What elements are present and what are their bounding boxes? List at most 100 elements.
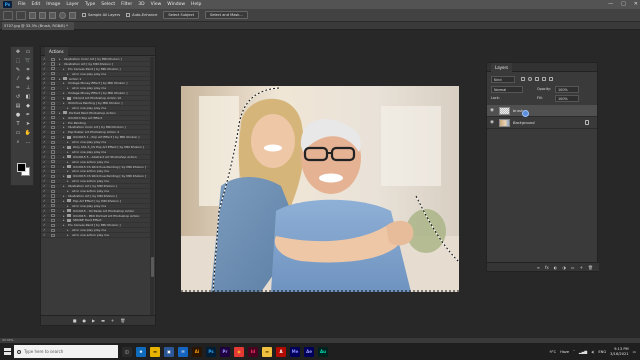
- healing-brush-icon[interactable]: ✚: [24, 76, 32, 83]
- path-selection-icon[interactable]: ➤: [24, 121, 32, 128]
- action-toggle-check[interactable]: ✓: [43, 106, 49, 110]
- expand-triangle-icon[interactable]: ▸: [67, 160, 69, 164]
- action-toggle-check[interactable]: ✓: [43, 57, 49, 61]
- new-set-icon[interactable]: ▬: [101, 318, 105, 323]
- action-toggle-check[interactable]: ✓: [43, 169, 49, 173]
- action-toggle-check[interactable]: ✓: [43, 150, 49, 154]
- audition-icon[interactable]: Au: [318, 346, 328, 357]
- expand-triangle-icon[interactable]: ▸: [63, 194, 65, 198]
- folder-icon[interactable]: ▬: [262, 346, 272, 357]
- dialog-toggle-box[interactable]: [51, 72, 55, 76]
- action-toggle-check[interactable]: ✓: [43, 184, 49, 188]
- dialog-toggle-box[interactable]: [51, 204, 55, 208]
- expand-triangle-icon[interactable]: ▸: [67, 72, 69, 76]
- edge-icon[interactable]: e: [136, 346, 146, 357]
- expand-triangle-icon[interactable]: ▸: [59, 57, 61, 61]
- volume-icon[interactable]: ◂): [591, 350, 594, 354]
- sample-all-layers-option[interactable]: Sample All Layers: [82, 13, 120, 17]
- action-toggle-check[interactable]: ✓: [43, 116, 49, 120]
- action-toggle-check[interactable]: ✓: [43, 199, 49, 203]
- adjustment-filter-icon[interactable]: [528, 77, 532, 81]
- expand-triangle-icon[interactable]: ▸: [63, 121, 65, 125]
- dodge-tool-icon[interactable]: ●: [14, 112, 22, 119]
- action-toggle-check[interactable]: ✓: [43, 174, 49, 178]
- marquee-tool-icon[interactable]: ⬚: [14, 58, 22, 65]
- action-toggle-check[interactable]: ✓: [43, 194, 49, 198]
- action-toggle-check[interactable]: ✓: [43, 209, 49, 213]
- maximize-button[interactable]: □: [621, 0, 626, 9]
- media-encoder-icon[interactable]: Me: [290, 346, 300, 357]
- layer-name[interactable]: Background: [513, 117, 535, 129]
- expand-triangle-icon[interactable]: ▸: [63, 209, 65, 213]
- indesign-icon[interactable]: Id: [248, 346, 258, 357]
- action-toggle-check[interactable]: ✓: [43, 233, 49, 237]
- new-action-icon[interactable]: +: [111, 318, 114, 323]
- dialog-toggle-box[interactable]: [51, 96, 55, 100]
- more-tools-icon[interactable]: …: [24, 139, 32, 146]
- minimize-button[interactable]: —: [608, 0, 613, 9]
- photoshop-icon[interactable]: Ps: [206, 346, 216, 357]
- task-view-icon[interactable]: ◫: [122, 346, 132, 357]
- expand-triangle-icon[interactable]: ▸: [63, 184, 65, 188]
- action-toggle-check[interactable]: ✓: [43, 91, 49, 95]
- expand-triangle-icon[interactable]: ▸: [63, 174, 65, 178]
- action-toggle-check[interactable]: ✓: [43, 214, 49, 218]
- brush-tool-icon[interactable]: ✑: [14, 85, 22, 92]
- dialog-toggle-box[interactable]: [51, 57, 55, 61]
- dialog-toggle-box[interactable]: [51, 125, 55, 130]
- expand-triangle-icon[interactable]: ▸: [67, 179, 69, 183]
- blend-mode-select[interactable]: Normal: [491, 86, 523, 93]
- dialog-toggle-box[interactable]: [51, 86, 55, 91]
- network-icon[interactable]: ▂▄▆: [579, 350, 587, 354]
- taskbar-search[interactable]: Type here to search: [14, 345, 118, 358]
- dialog-toggle-box[interactable]: [51, 169, 55, 174]
- move-tool-icon[interactable]: ✥: [14, 49, 22, 56]
- expand-triangle-icon[interactable]: ▸: [59, 111, 61, 115]
- action-toggle-check[interactable]: ✓: [43, 67, 49, 71]
- action-toggle-check[interactable]: ✓: [43, 179, 49, 183]
- expand-triangle-icon[interactable]: ▸: [63, 116, 65, 120]
- actions-scrollbar-thumb[interactable]: [150, 257, 154, 277]
- expand-triangle-icon[interactable]: ▸: [63, 96, 65, 100]
- menu-select[interactable]: Select: [98, 0, 118, 9]
- acrobat-icon[interactable]: A: [276, 346, 286, 357]
- layer-row-brush[interactable]: ◉ brush: [487, 105, 597, 117]
- adjustment-layer-icon[interactable]: ◑: [562, 265, 566, 270]
- weather-temp[interactable]: 9°C: [549, 350, 556, 354]
- dialog-toggle-box[interactable]: [51, 145, 55, 149]
- menu-edit[interactable]: Edit: [29, 0, 44, 9]
- chrome-icon[interactable]: ◉: [234, 346, 244, 357]
- expand-triangle-icon[interactable]: ▸: [67, 169, 69, 173]
- expand-triangle-icon[interactable]: ▸: [67, 233, 69, 237]
- action-toggle-check[interactable]: ✓: [43, 86, 49, 90]
- opacity-input[interactable]: 100%: [555, 86, 579, 93]
- menu-type[interactable]: Type: [82, 0, 98, 9]
- expand-triangle-icon[interactable]: ▸: [63, 165, 65, 169]
- action-toggle-check[interactable]: ✓: [43, 189, 49, 193]
- action-toggle-check[interactable]: ✓: [43, 77, 49, 81]
- expand-triangle-icon[interactable]: ▸: [59, 77, 61, 81]
- expand-triangle-icon[interactable]: ▸: [67, 106, 69, 110]
- action-toggle-check[interactable]: ✓: [43, 145, 49, 149]
- dialog-toggle-box[interactable]: [51, 160, 55, 164]
- dialog-toggle-box[interactable]: [51, 209, 55, 213]
- new-layer-icon[interactable]: +: [580, 265, 583, 270]
- dialog-toggle-box[interactable]: [51, 101, 55, 105]
- type-tool-icon[interactable]: T: [14, 121, 22, 128]
- play-icon[interactable]: ▶: [92, 318, 95, 323]
- pen-tool-icon[interactable]: ✒: [24, 112, 32, 119]
- explorer-icon[interactable]: ▬: [150, 346, 160, 357]
- dialog-toggle-box[interactable]: [51, 67, 55, 71]
- smart-object-filter-icon[interactable]: [549, 77, 553, 81]
- layer-mask-icon[interactable]: ◐: [554, 265, 558, 270]
- auto-enhance-checkbox[interactable]: [126, 13, 131, 17]
- sample-all-checkbox[interactable]: [82, 13, 86, 17]
- dialog-toggle-box[interactable]: [51, 179, 55, 183]
- dialog-toggle-box[interactable]: [51, 199, 55, 203]
- dialog-toggle-box[interactable]: [51, 111, 55, 115]
- stop-recording-icon[interactable]: ■: [73, 318, 77, 323]
- action-toggle-check[interactable]: ✓: [43, 160, 49, 164]
- expand-triangle-icon[interactable]: ▸: [63, 81, 65, 85]
- layer-row-background[interactable]: ◉ Background: [487, 117, 597, 129]
- history-brush-icon[interactable]: ↺: [14, 94, 22, 101]
